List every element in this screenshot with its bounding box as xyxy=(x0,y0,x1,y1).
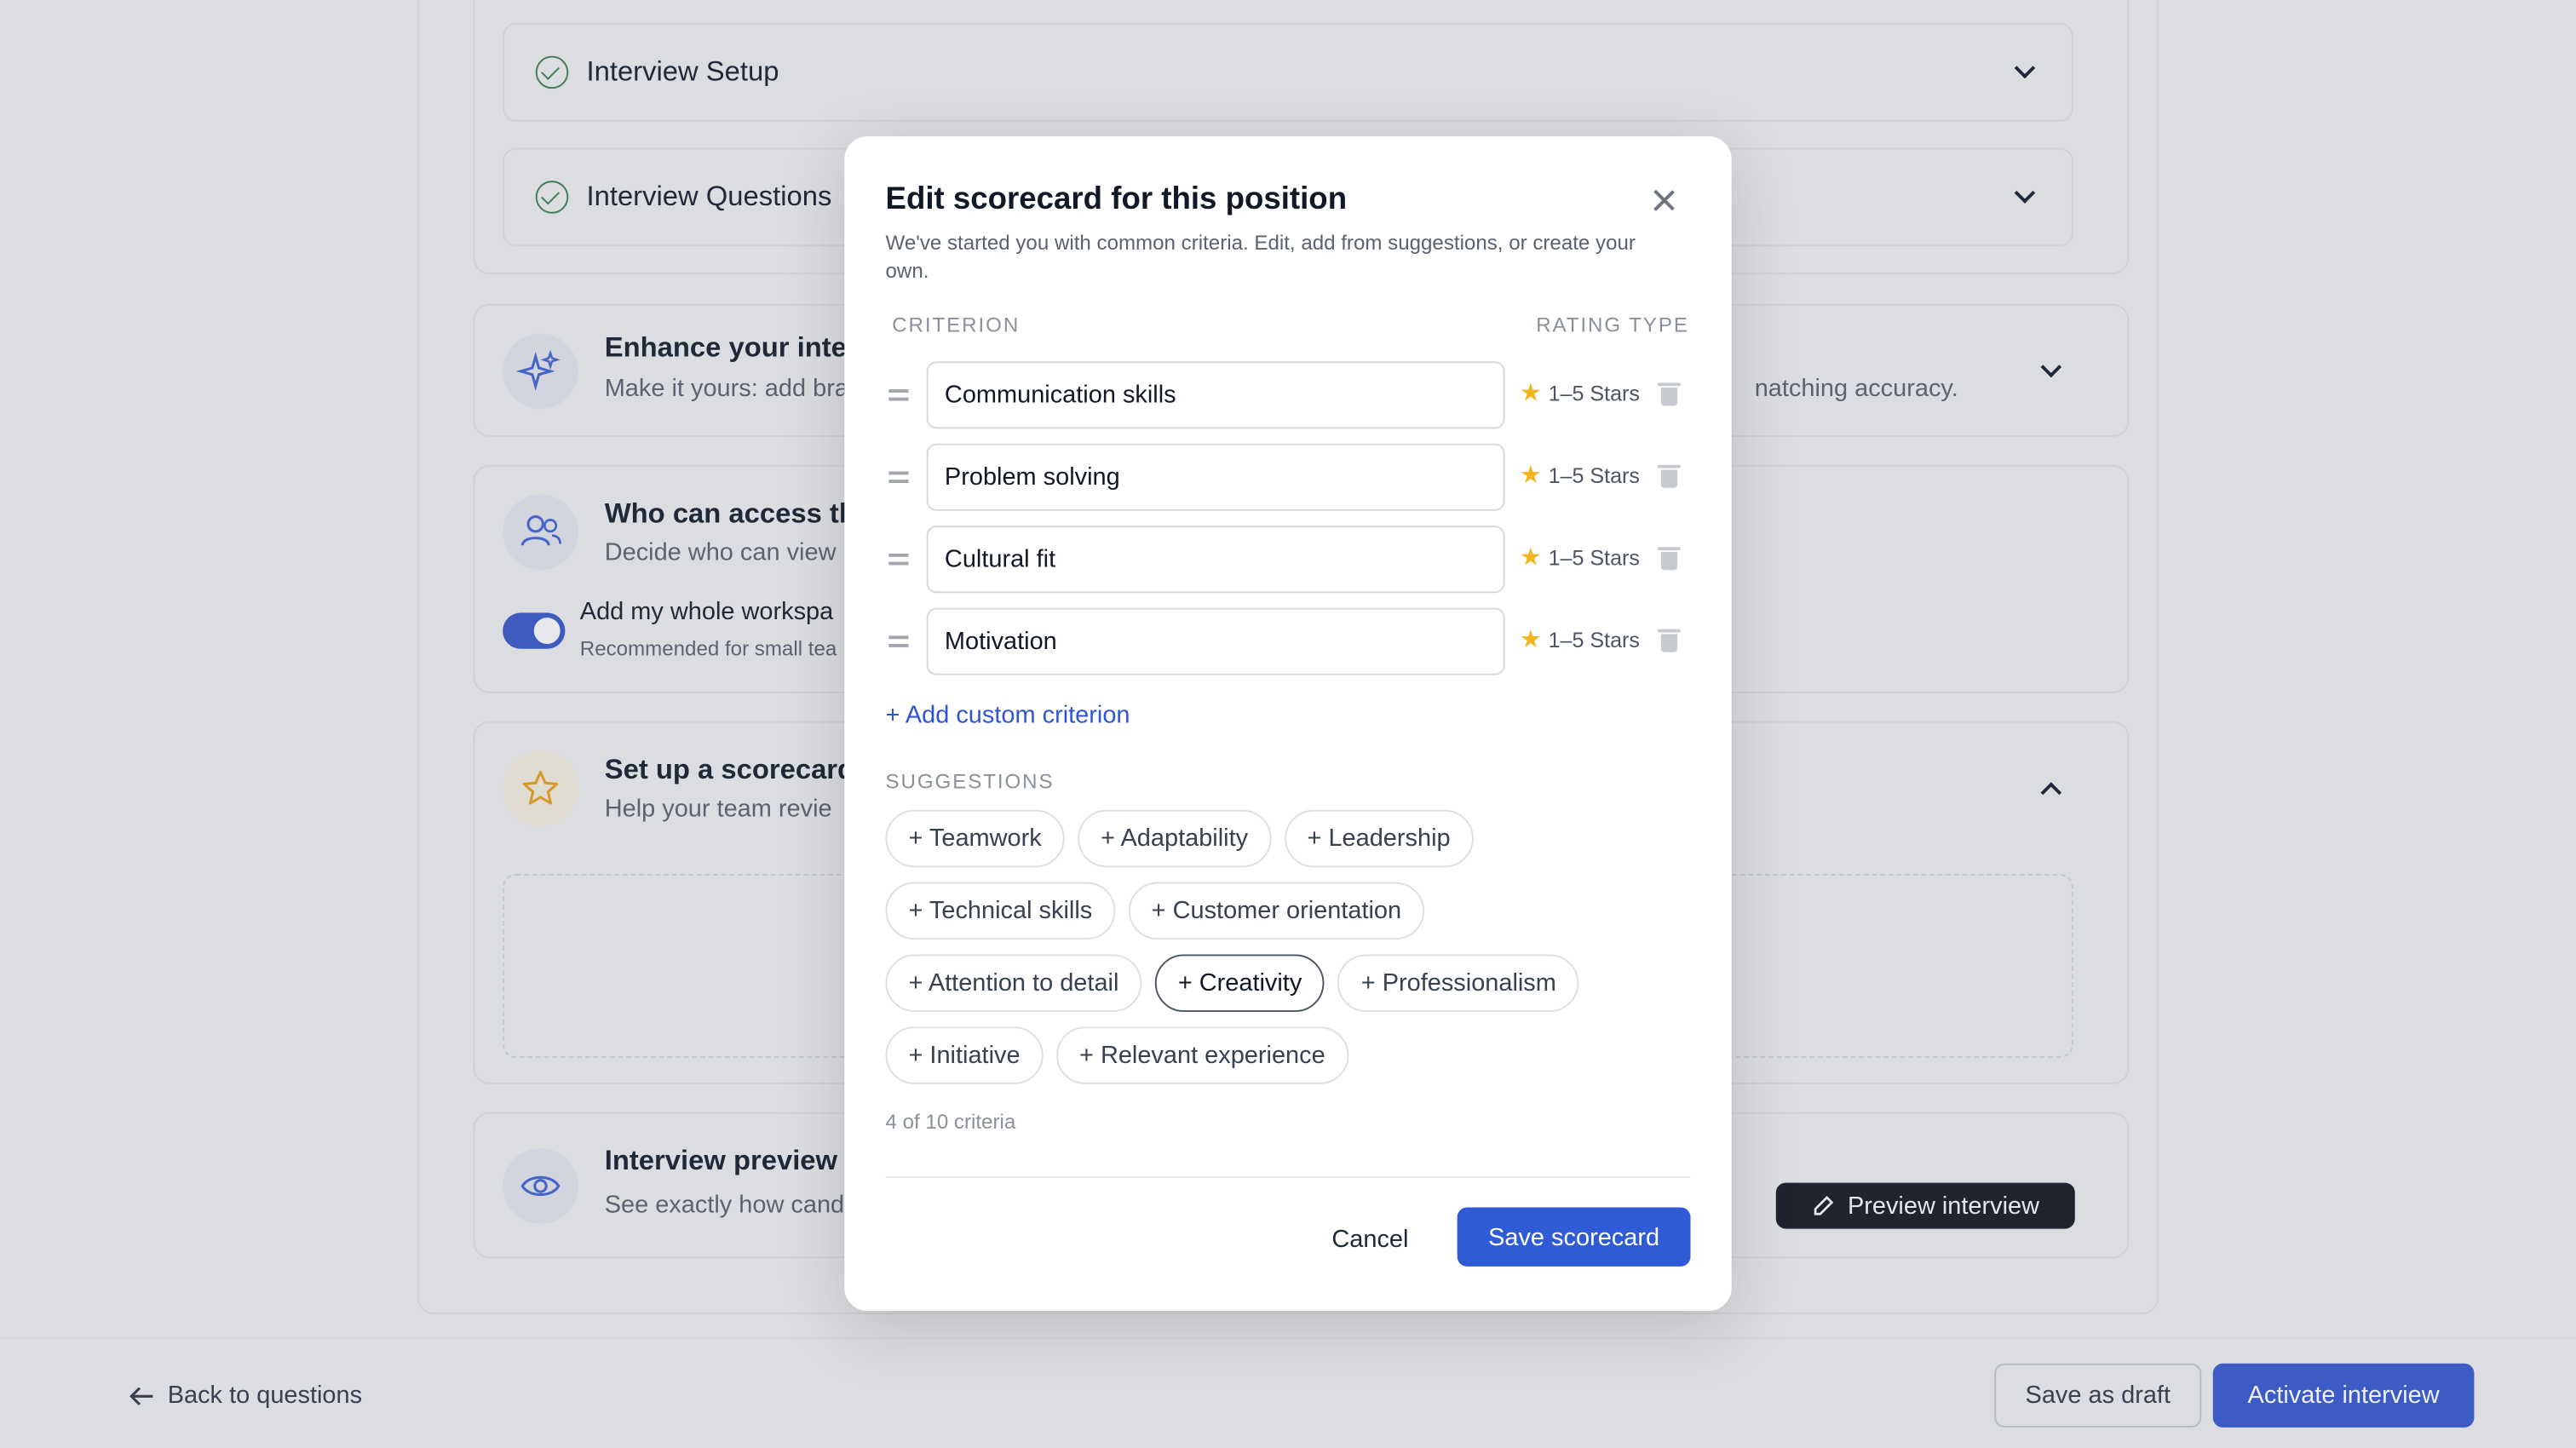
workspace-toggle-label: Add my whole workspa xyxy=(579,597,834,626)
back-to-questions-link[interactable]: Back to questions xyxy=(128,1382,362,1410)
criterion-row: ★1–5 Stars xyxy=(885,607,1690,677)
drag-handle-icon[interactable] xyxy=(888,388,909,400)
suggestion-chip-professionalism[interactable]: + Professionalism xyxy=(1337,954,1579,1012)
chevron-down-icon[interactable] xyxy=(2040,356,2062,378)
rating-type[interactable]: ★ 1–5 Stars xyxy=(1520,463,1640,488)
criterion-input[interactable] xyxy=(926,607,1505,675)
criterion-input[interactable] xyxy=(926,443,1505,511)
access-title: Who can access th xyxy=(604,497,856,529)
suggestion-chip-teamwork[interactable]: + Teamwork xyxy=(885,809,1065,868)
preview-interview-label: Preview interview xyxy=(1847,1192,2040,1220)
modal-title: Edit scorecard for this position xyxy=(885,182,1348,217)
suggestion-chip-customer-orientation[interactable]: + Customer orientation xyxy=(1128,882,1425,940)
eye-icon xyxy=(503,1148,578,1224)
trash-icon[interactable] xyxy=(1657,382,1681,406)
add-custom-criterion-link[interactable]: + Add custom criterion xyxy=(885,701,1130,729)
suggestion-chip-technical-skills[interactable]: + Technical skills xyxy=(885,882,1116,940)
criterion-input[interactable] xyxy=(926,361,1505,429)
suggestion-chip-adaptability[interactable]: + Adaptability xyxy=(1078,809,1272,868)
rating-type-label: 1–5 Stars xyxy=(1548,381,1640,406)
sparkles-icon xyxy=(503,333,578,410)
back-to-questions-label: Back to questions xyxy=(167,1381,363,1410)
trash-icon[interactable] xyxy=(1657,629,1681,652)
criterion-row: ★1–5 Stars xyxy=(885,443,1690,513)
preview-interview-button[interactable]: Preview interview xyxy=(1775,1182,2075,1229)
trash-icon[interactable] xyxy=(1657,464,1681,488)
interview-questions-label: Interview Questions xyxy=(586,181,832,212)
suggestion-chip-leadership[interactable]: + Leadership xyxy=(1284,809,1474,868)
scorecard-modal: Edit scorecard for this position We've s… xyxy=(844,136,1732,1311)
star-icon: ★ xyxy=(1519,625,1542,654)
drag-handle-icon[interactable] xyxy=(888,634,909,647)
check-circle-icon xyxy=(535,55,569,89)
interview-setup-label: Interview Setup xyxy=(586,55,779,88)
cancel-button[interactable]: Cancel xyxy=(1308,1209,1433,1267)
enhance-subtitle-tail: natching accuracy. xyxy=(1754,374,1958,403)
rating-type-label: 1–5 Stars xyxy=(1548,545,1640,571)
arrow-left-icon xyxy=(129,1386,153,1405)
suggestion-chip-creativity[interactable]: + Creativity xyxy=(1154,954,1325,1012)
modal-description: We've started you with common criteria. … xyxy=(885,231,1636,283)
rating-type-label: 1–5 Stars xyxy=(1548,627,1640,652)
preview-subtitle: See exactly how cand xyxy=(604,1191,845,1219)
criteria-count: 4 of 10 criteria xyxy=(885,1110,1016,1134)
star-icon xyxy=(503,750,578,827)
interview-setup-row[interactable]: Interview Setup xyxy=(503,22,2073,122)
workspace-toggle-hint: Recommended for small tea xyxy=(579,637,837,661)
chevron-down-icon[interactable] xyxy=(2014,57,2036,79)
enhance-title: Enhance your inter xyxy=(604,331,858,364)
criterion-row: ★1–5 Stars xyxy=(885,526,1690,595)
rating-type-label: 1–5 Stars xyxy=(1548,463,1640,488)
scorecard-title: Set up a scorecard xyxy=(604,754,855,785)
edit-icon xyxy=(1814,1196,1833,1215)
suggestion-chips: + Teamwork + Adaptability + Leadership +… xyxy=(885,809,1690,1099)
scorecard-subtitle: Help your team revie xyxy=(604,795,832,824)
star-icon: ★ xyxy=(1519,379,1542,408)
drag-handle-icon[interactable] xyxy=(888,552,909,565)
rating-type[interactable]: ★ 1–5 Stars xyxy=(1520,545,1640,570)
star-icon: ★ xyxy=(1519,543,1542,572)
activate-interview-button[interactable]: Activate interview xyxy=(2212,1363,2475,1428)
criterion-column-header: CRITERION xyxy=(892,313,1021,337)
suggestion-chip-attention-to-detail[interactable]: + Attention to detail xyxy=(885,954,1142,1012)
footer-bar: Back to questions Save as draft Activate… xyxy=(0,1336,2576,1448)
rating-type[interactable]: ★ 1–5 Stars xyxy=(1520,381,1640,405)
enhance-subtitle: Make it yours: add bra xyxy=(604,374,848,403)
save-as-draft-button[interactable]: Save as draft xyxy=(1994,1363,2202,1428)
chevron-down-icon[interactable] xyxy=(2014,182,2036,204)
suggestion-chip-relevant-experience[interactable]: + Relevant experience xyxy=(1056,1026,1348,1084)
close-icon[interactable] xyxy=(1649,186,1679,215)
page: Interview Setup Interview Questions Enha… xyxy=(0,0,2576,1448)
preview-title: Interview preview xyxy=(604,1145,838,1176)
workspace-toggle[interactable] xyxy=(503,612,566,649)
suggestions-header: SUGGESTIONS xyxy=(885,770,1055,794)
divider xyxy=(885,1175,1691,1178)
rating-type-column-header: RATING TYPE xyxy=(1536,313,1689,337)
chevron-up-icon[interactable] xyxy=(2040,782,2062,803)
criterion-row: ★1–5 Stars xyxy=(885,361,1690,430)
star-icon: ★ xyxy=(1519,461,1542,490)
access-subtitle: Decide who can view xyxy=(604,538,837,567)
drag-handle-icon[interactable] xyxy=(888,470,909,483)
trash-icon[interactable] xyxy=(1657,547,1681,571)
check-circle-icon xyxy=(535,181,569,214)
users-icon xyxy=(503,494,578,571)
suggestion-chip-initiative[interactable]: + Initiative xyxy=(885,1026,1044,1084)
rating-type[interactable]: ★ 1–5 Stars xyxy=(1520,628,1640,652)
criterion-input[interactable] xyxy=(926,526,1505,594)
save-scorecard-button[interactable]: Save scorecard xyxy=(1457,1207,1691,1267)
